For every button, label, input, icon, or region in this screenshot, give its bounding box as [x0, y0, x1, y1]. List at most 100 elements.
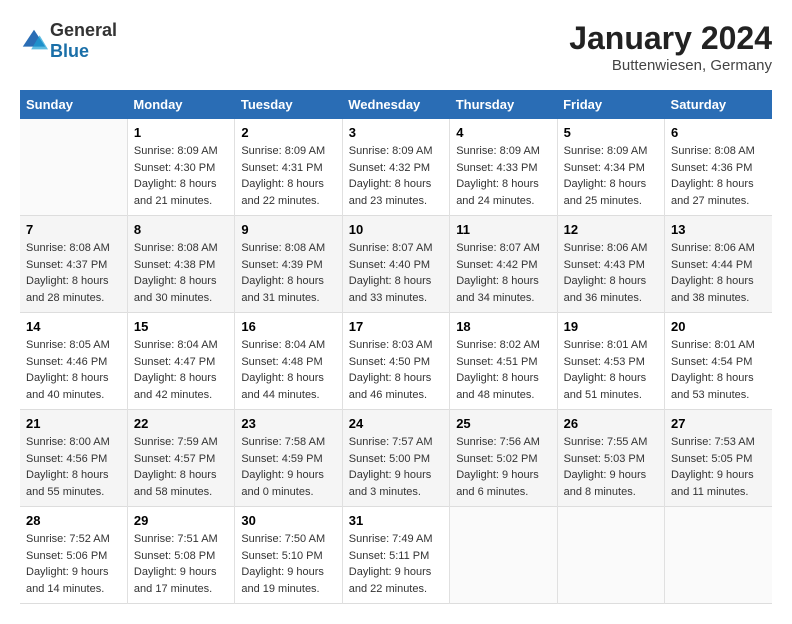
day-number: 22 — [134, 416, 228, 431]
day-info: Sunrise: 7:49 AMSunset: 5:11 PMDaylight:… — [349, 531, 443, 597]
weekday-header: Thursday — [450, 90, 557, 119]
calendar-cell: 1 Sunrise: 8:09 AMSunset: 4:30 PMDayligh… — [127, 119, 234, 216]
day-number: 30 — [241, 513, 335, 528]
calendar-cell: 21 Sunrise: 8:00 AMSunset: 4:56 PMDaylig… — [20, 410, 127, 507]
day-info: Sunrise: 7:56 AMSunset: 5:02 PMDaylight:… — [456, 434, 550, 500]
day-number: 8 — [134, 222, 228, 237]
day-info: Sunrise: 8:08 AMSunset: 4:39 PMDaylight:… — [241, 240, 335, 306]
calendar-cell: 14 Sunrise: 8:05 AMSunset: 4:46 PMDaylig… — [20, 313, 127, 410]
calendar-cell: 5 Sunrise: 8:09 AMSunset: 4:34 PMDayligh… — [557, 119, 664, 216]
day-info: Sunrise: 8:06 AMSunset: 4:43 PMDaylight:… — [564, 240, 658, 306]
calendar-cell: 31 Sunrise: 7:49 AMSunset: 5:11 PMDaylig… — [342, 507, 449, 604]
calendar-cell: 25 Sunrise: 7:56 AMSunset: 5:02 PMDaylig… — [450, 410, 557, 507]
day-info: Sunrise: 8:08 AMSunset: 4:38 PMDaylight:… — [134, 240, 228, 306]
day-info: Sunrise: 8:04 AMSunset: 4:48 PMDaylight:… — [241, 337, 335, 403]
day-number: 3 — [349, 125, 443, 140]
day-info: Sunrise: 8:09 AMSunset: 4:30 PMDaylight:… — [134, 143, 228, 209]
day-number: 13 — [671, 222, 766, 237]
day-info: Sunrise: 8:02 AMSunset: 4:51 PMDaylight:… — [456, 337, 550, 403]
day-info: Sunrise: 8:00 AMSunset: 4:56 PMDaylight:… — [26, 434, 121, 500]
calendar-cell: 15 Sunrise: 8:04 AMSunset: 4:47 PMDaylig… — [127, 313, 234, 410]
logo-general: General — [50, 20, 117, 40]
day-number: 5 — [564, 125, 658, 140]
day-info: Sunrise: 8:07 AMSunset: 4:40 PMDaylight:… — [349, 240, 443, 306]
day-number: 19 — [564, 319, 658, 334]
day-number: 17 — [349, 319, 443, 334]
day-number: 27 — [671, 416, 766, 431]
weekday-header: Friday — [557, 90, 664, 119]
calendar-cell: 22 Sunrise: 7:59 AMSunset: 4:57 PMDaylig… — [127, 410, 234, 507]
calendar-cell — [665, 507, 772, 604]
day-number: 2 — [241, 125, 335, 140]
day-info: Sunrise: 8:01 AMSunset: 4:54 PMDaylight:… — [671, 337, 766, 403]
day-number: 12 — [564, 222, 658, 237]
calendar-week-row: 1 Sunrise: 8:09 AMSunset: 4:30 PMDayligh… — [20, 119, 772, 216]
calendar-cell: 30 Sunrise: 7:50 AMSunset: 5:10 PMDaylig… — [235, 507, 342, 604]
calendar-table: SundayMondayTuesdayWednesdayThursdayFrid… — [20, 90, 772, 604]
day-info: Sunrise: 8:09 AMSunset: 4:31 PMDaylight:… — [241, 143, 335, 209]
calendar-cell — [557, 507, 664, 604]
day-info: Sunrise: 8:04 AMSunset: 4:47 PMDaylight:… — [134, 337, 228, 403]
day-number: 31 — [349, 513, 443, 528]
calendar-cell: 23 Sunrise: 7:58 AMSunset: 4:59 PMDaylig… — [235, 410, 342, 507]
day-info: Sunrise: 7:59 AMSunset: 4:57 PMDaylight:… — [134, 434, 228, 500]
calendar-cell: 3 Sunrise: 8:09 AMSunset: 4:32 PMDayligh… — [342, 119, 449, 216]
weekday-header: Saturday — [665, 90, 772, 119]
calendar-cell: 26 Sunrise: 7:55 AMSunset: 5:03 PMDaylig… — [557, 410, 664, 507]
calendar-cell: 13 Sunrise: 8:06 AMSunset: 4:44 PMDaylig… — [665, 216, 772, 313]
day-number: 10 — [349, 222, 443, 237]
day-info: Sunrise: 7:53 AMSunset: 5:05 PMDaylight:… — [671, 434, 766, 500]
month-title: January 2024 — [569, 20, 772, 57]
day-info: Sunrise: 8:06 AMSunset: 4:44 PMDaylight:… — [671, 240, 766, 306]
calendar-cell: 28 Sunrise: 7:52 AMSunset: 5:06 PMDaylig… — [20, 507, 127, 604]
calendar-cell: 12 Sunrise: 8:06 AMSunset: 4:43 PMDaylig… — [557, 216, 664, 313]
day-number: 1 — [134, 125, 228, 140]
calendar-cell: 27 Sunrise: 7:53 AMSunset: 5:05 PMDaylig… — [665, 410, 772, 507]
day-number: 6 — [671, 125, 766, 140]
day-info: Sunrise: 8:01 AMSunset: 4:53 PMDaylight:… — [564, 337, 658, 403]
weekday-header: Monday — [127, 90, 234, 119]
calendar-cell: 10 Sunrise: 8:07 AMSunset: 4:40 PMDaylig… — [342, 216, 449, 313]
day-info: Sunrise: 8:09 AMSunset: 4:34 PMDaylight:… — [564, 143, 658, 209]
day-number: 23 — [241, 416, 335, 431]
calendar-cell — [20, 119, 127, 216]
day-info: Sunrise: 7:57 AMSunset: 5:00 PMDaylight:… — [349, 434, 443, 500]
calendar-cell: 4 Sunrise: 8:09 AMSunset: 4:33 PMDayligh… — [450, 119, 557, 216]
day-number: 24 — [349, 416, 443, 431]
day-info: Sunrise: 8:07 AMSunset: 4:42 PMDaylight:… — [456, 240, 550, 306]
calendar-cell: 6 Sunrise: 8:08 AMSunset: 4:36 PMDayligh… — [665, 119, 772, 216]
calendar-cell: 2 Sunrise: 8:09 AMSunset: 4:31 PMDayligh… — [235, 119, 342, 216]
calendar-cell: 20 Sunrise: 8:01 AMSunset: 4:54 PMDaylig… — [665, 313, 772, 410]
calendar-cell: 11 Sunrise: 8:07 AMSunset: 4:42 PMDaylig… — [450, 216, 557, 313]
day-number: 21 — [26, 416, 121, 431]
location-subtitle: Buttenwiesen, Germany — [569, 57, 772, 74]
day-number: 15 — [134, 319, 228, 334]
day-info: Sunrise: 8:05 AMSunset: 4:46 PMDaylight:… — [26, 337, 121, 403]
day-info: Sunrise: 8:03 AMSunset: 4:50 PMDaylight:… — [349, 337, 443, 403]
day-number: 29 — [134, 513, 228, 528]
calendar-cell: 29 Sunrise: 7:51 AMSunset: 5:08 PMDaylig… — [127, 507, 234, 604]
day-number: 7 — [26, 222, 121, 237]
calendar-cell: 18 Sunrise: 8:02 AMSunset: 4:51 PMDaylig… — [450, 313, 557, 410]
day-info: Sunrise: 8:08 AMSunset: 4:36 PMDaylight:… — [671, 143, 766, 209]
day-number: 20 — [671, 319, 766, 334]
day-info: Sunrise: 8:09 AMSunset: 4:33 PMDaylight:… — [456, 143, 550, 209]
day-info: Sunrise: 7:58 AMSunset: 4:59 PMDaylight:… — [241, 434, 335, 500]
calendar-week-row: 21 Sunrise: 8:00 AMSunset: 4:56 PMDaylig… — [20, 410, 772, 507]
day-number: 28 — [26, 513, 121, 528]
calendar-cell: 24 Sunrise: 7:57 AMSunset: 5:00 PMDaylig… — [342, 410, 449, 507]
calendar-week-row: 28 Sunrise: 7:52 AMSunset: 5:06 PMDaylig… — [20, 507, 772, 604]
day-number: 11 — [456, 222, 550, 237]
day-number: 9 — [241, 222, 335, 237]
title-block: January 2024 Buttenwiesen, Germany — [569, 20, 772, 74]
day-number: 26 — [564, 416, 658, 431]
day-info: Sunrise: 8:09 AMSunset: 4:32 PMDaylight:… — [349, 143, 443, 209]
calendar-cell: 17 Sunrise: 8:03 AMSunset: 4:50 PMDaylig… — [342, 313, 449, 410]
calendar-week-row: 14 Sunrise: 8:05 AMSunset: 4:46 PMDaylig… — [20, 313, 772, 410]
weekday-header: Wednesday — [342, 90, 449, 119]
day-number: 14 — [26, 319, 121, 334]
day-info: Sunrise: 8:08 AMSunset: 4:37 PMDaylight:… — [26, 240, 121, 306]
day-info: Sunrise: 7:51 AMSunset: 5:08 PMDaylight:… — [134, 531, 228, 597]
calendar-cell: 19 Sunrise: 8:01 AMSunset: 4:53 PMDaylig… — [557, 313, 664, 410]
day-number: 16 — [241, 319, 335, 334]
